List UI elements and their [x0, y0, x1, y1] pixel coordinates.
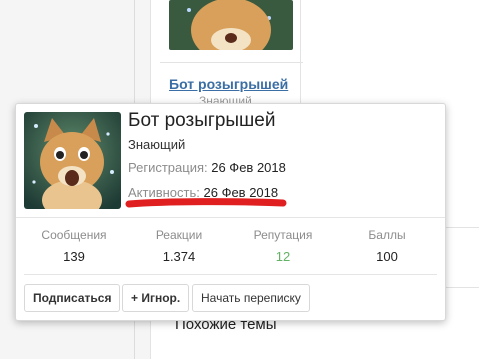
stat-reputation[interactable]: Репутация 12 [233, 228, 333, 264]
stat-value: 100 [376, 249, 398, 264]
tooltip-username[interactable]: Бот розыгрышей [128, 110, 275, 132]
ignore-button[interactable]: + Игнор. [122, 284, 190, 312]
registration-label: Регистрация: [128, 160, 208, 175]
stat-points[interactable]: Баллы 100 [337, 228, 437, 264]
tooltip-avatar[interactable] [24, 112, 121, 209]
post-user-cell-divider [160, 62, 303, 63]
post-username-link[interactable]: Бот розыгрышей [169, 76, 288, 92]
tooltip-divider [24, 274, 437, 275]
stat-label: Баллы [368, 228, 406, 242]
stat-value: 139 [63, 249, 85, 264]
stat-label: Реакции [155, 228, 203, 242]
member-stats: Сообщения 139 Реакции 1.374 Репутация 12… [16, 228, 445, 268]
cat-avatar-icon [24, 112, 121, 209]
tooltip-user-title: Знающий [128, 137, 186, 152]
post-avatar[interactable] [169, 0, 293, 50]
registration-value: 26 Фев 2018 [211, 160, 286, 175]
start-conversation-button[interactable]: Начать переписку [192, 284, 310, 312]
stat-reactions[interactable]: Реакции 1.374 [129, 228, 229, 264]
member-tooltip: Бот розыгрышей Знающий Регистрация: 26 Ф… [15, 103, 446, 321]
subscribe-button[interactable]: Подписаться [24, 284, 121, 312]
registration-row: Регистрация: 26 Фев 2018 [128, 160, 286, 175]
stat-value: 12 [275, 249, 291, 264]
annotation-underline [125, 198, 287, 208]
cat-avatar-icon [169, 0, 293, 50]
post-user-cell: Бот розыгрышей Знающий [160, 0, 303, 110]
tooltip-divider [16, 217, 445, 218]
stat-label: Репутация [253, 228, 313, 242]
stat-messages[interactable]: Сообщения 139 [24, 228, 124, 264]
stat-value: 1.374 [162, 249, 196, 264]
stat-label: Сообщения [41, 228, 107, 242]
page: Бот розыгрышей Знающий Похожие темы Бот … [0, 0, 479, 359]
